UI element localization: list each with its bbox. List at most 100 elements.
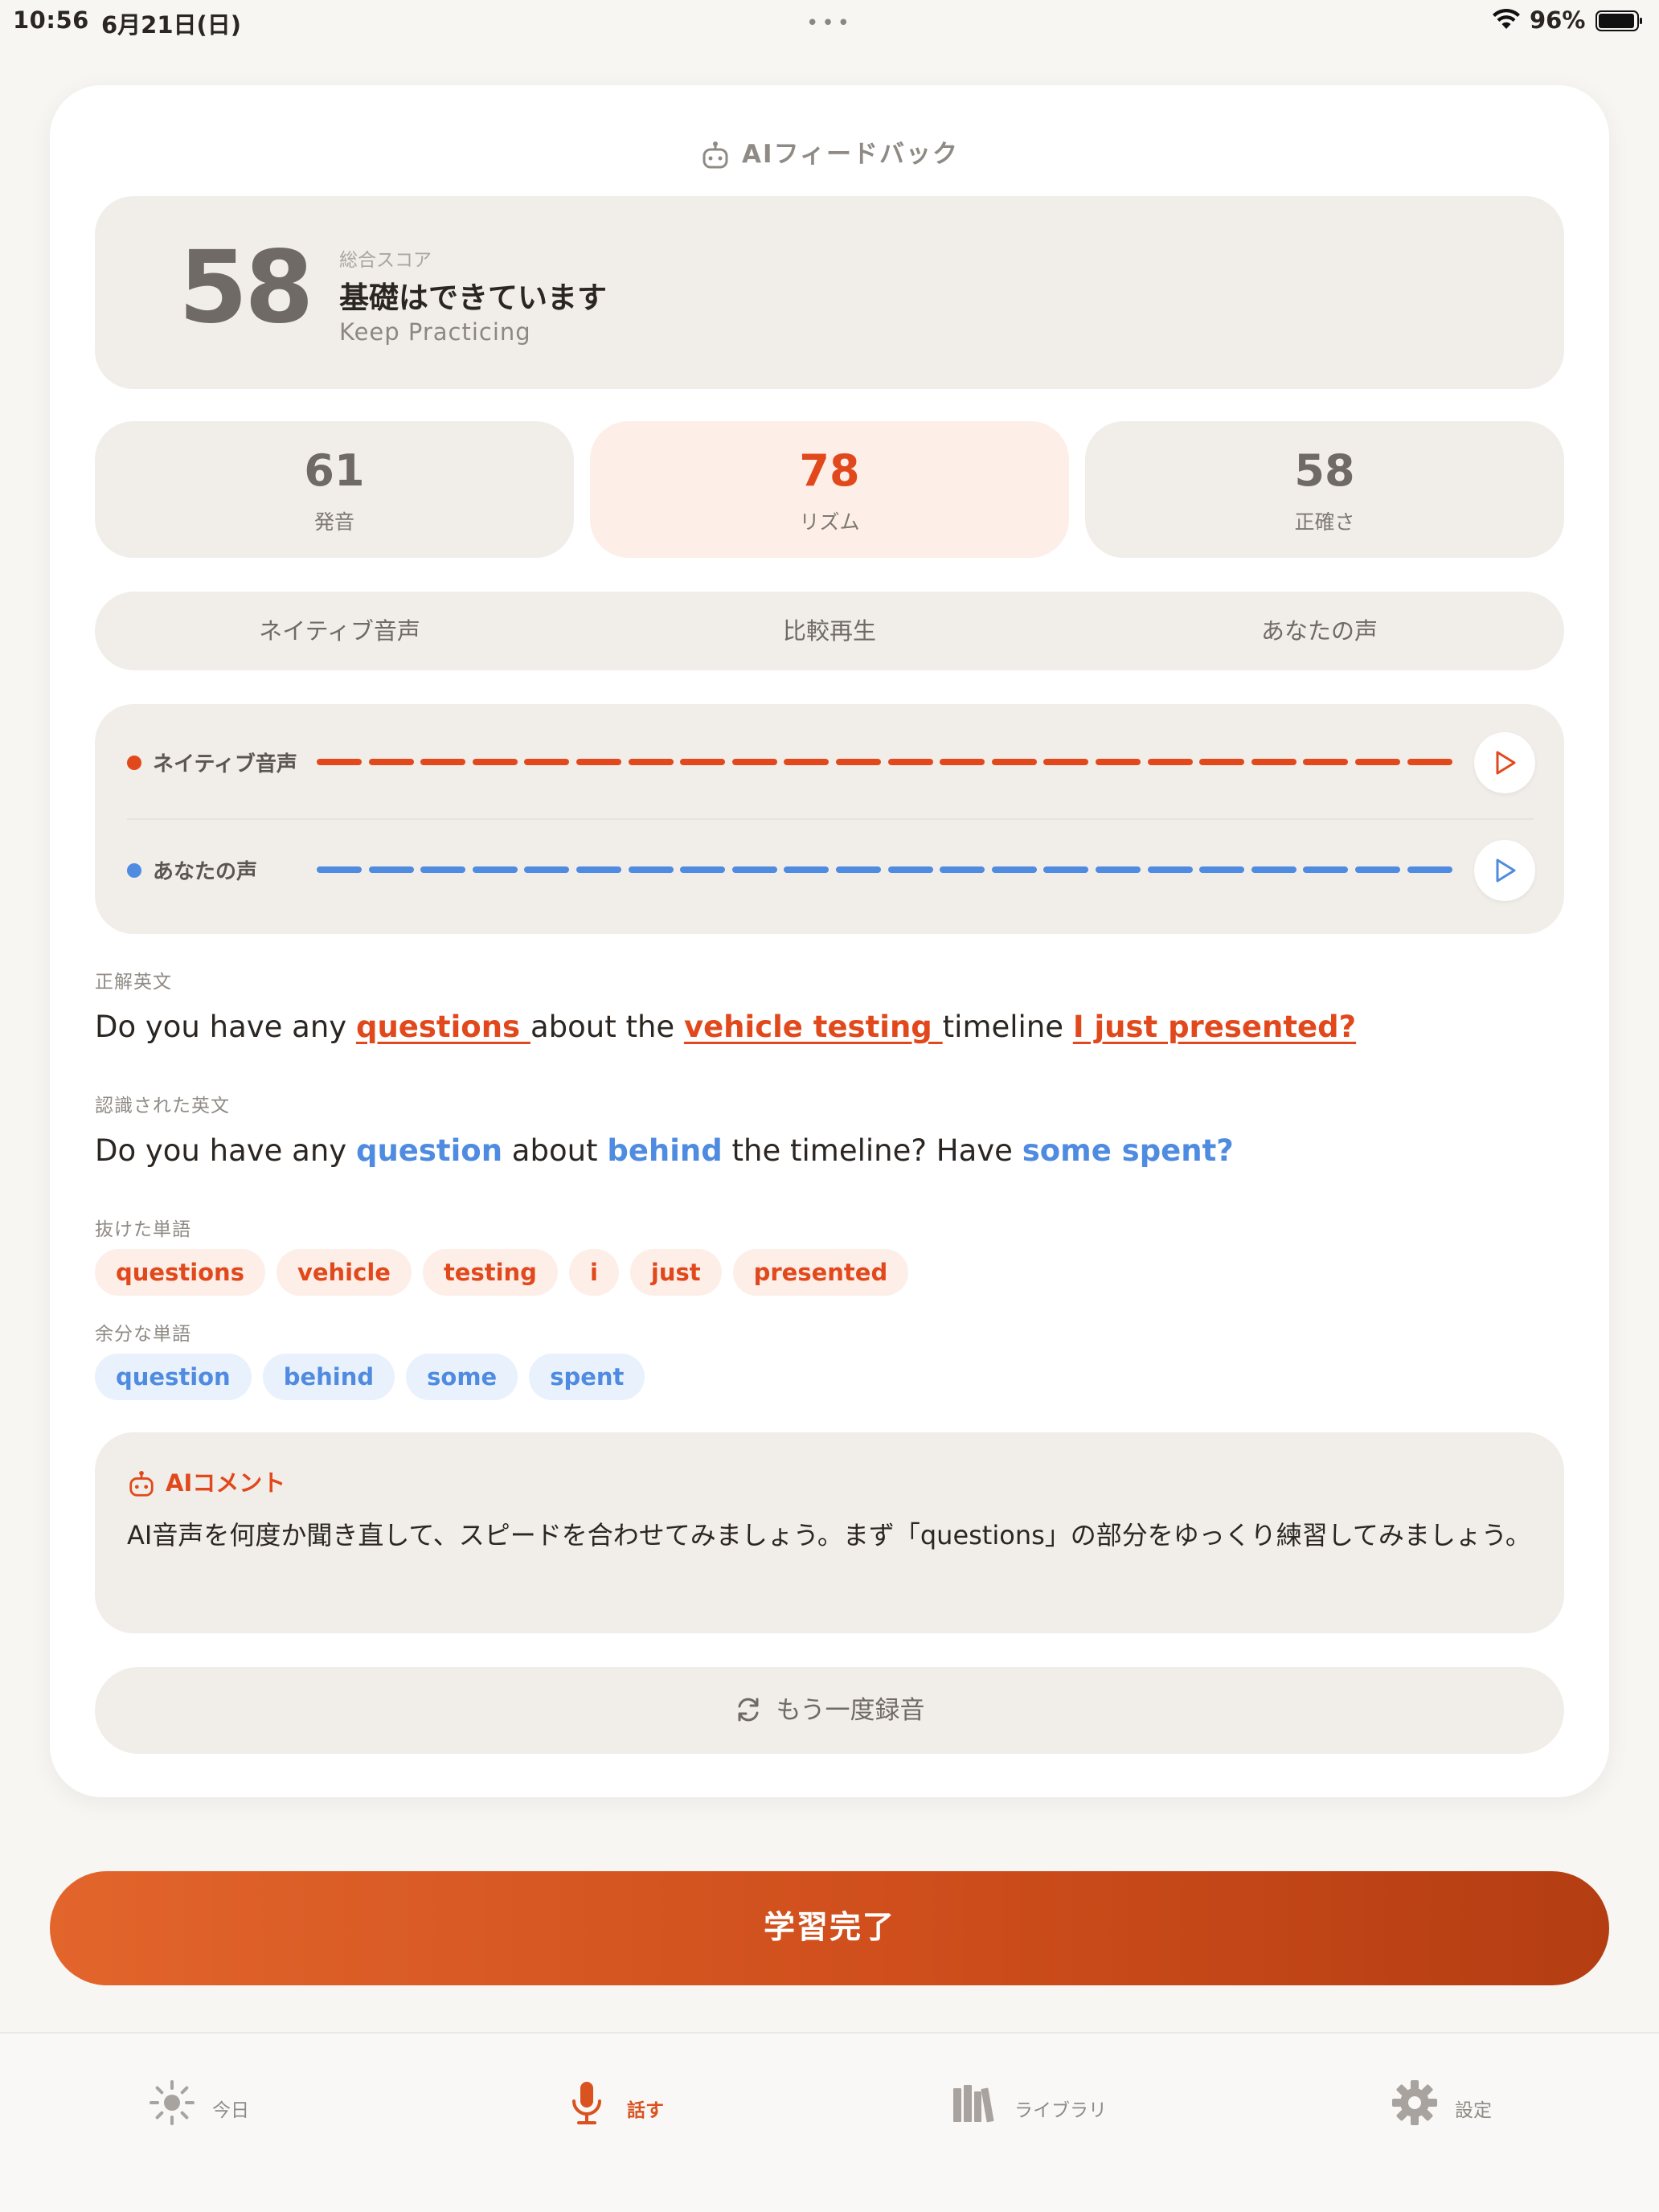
wave-segment <box>680 759 726 765</box>
missing-words-list: questions vehicle testing i just presented <box>95 1249 920 1296</box>
feedback-header: AIフィードバック <box>50 133 1609 171</box>
overall-score-title: 基礎はできています <box>339 281 607 315</box>
tab-today-label: 今日 <box>212 2100 249 2121</box>
native-wave-row: ネイティブ音声 <box>127 730 1535 794</box>
wave-segment <box>1147 759 1193 765</box>
wave-segment <box>472 866 518 873</box>
wave-segment <box>576 866 621 873</box>
wave-segment <box>1355 866 1400 873</box>
refresh-icon <box>738 1698 759 1721</box>
bottom-tab-bar: 今日 話す ライブラリ 設定 <box>0 2032 1659 2212</box>
sentence-text: Do you have any <box>95 1010 356 1044</box>
ai-comment-header: AIコメント <box>127 1464 285 1499</box>
wave-segment <box>628 866 674 873</box>
sentence-text: about the <box>530 1010 684 1044</box>
native-play-button[interactable] <box>1474 732 1535 793</box>
missing-word-chip: i <box>568 1249 619 1296</box>
missing-word-chip: just <box>629 1249 722 1296</box>
ai-comment-title: AIコメント <box>166 1469 286 1497</box>
wave-segment <box>836 866 881 873</box>
gear-icon <box>1392 2080 1437 2125</box>
feedback-title: AIフィードバック <box>742 140 959 169</box>
re-record-button[interactable]: もう一度録音 <box>95 1667 1564 1754</box>
correct-sentence-label: 正解英文 <box>95 972 172 993</box>
complete-study-button[interactable]: 学習完了 <box>50 1871 1609 1985</box>
overall-score-panel: 58 総合スコア 基礎はできています Keep Practicing <box>95 196 1564 389</box>
metric-label: リズム <box>799 510 860 534</box>
wave-segment <box>731 759 777 765</box>
multitask-dots[interactable]: ••• <box>806 11 853 35</box>
ai-comment-text: AI音声を何度か聞き直して、スピードを合わせてみましょう。まず「question… <box>127 1520 1531 1550</box>
missing-word-highlight: vehicle testing <box>683 1010 943 1044</box>
metric-value: 58 <box>1294 445 1355 496</box>
tab-compare-playback[interactable]: 比較再生 <box>584 592 1075 670</box>
ai-comment-panel: AIコメント AI音声を何度か聞き直して、スピードを合わせてみましょう。まず「q… <box>95 1432 1564 1633</box>
sentence-text: about <box>502 1133 608 1168</box>
recognized-sentence: Do you have any question about behind th… <box>95 1133 1234 1168</box>
battery-icon <box>1596 10 1642 31</box>
tab-your-voice[interactable]: あなたの声 <box>1075 592 1564 670</box>
missing-words-label: 抜けた単語 <box>95 1219 191 1240</box>
wave-segment <box>887 866 933 873</box>
sentence-text: Do you have any <box>95 1133 356 1168</box>
user-wave-label: あなたの声 <box>153 860 258 884</box>
wave-segment <box>991 866 1037 873</box>
wave-segment <box>1407 866 1452 873</box>
overall-score-subtitle: Keep Practicing <box>339 318 531 346</box>
user-wave-row: あなたの声 <box>127 838 1535 902</box>
extra-word-chip: some <box>406 1354 518 1400</box>
correct-sentence: Do you have any questions about the vehi… <box>95 1010 1356 1044</box>
robot-icon <box>703 141 728 168</box>
tab-native-audio[interactable]: ネイティブ音声 <box>95 592 584 670</box>
metric-value: 78 <box>799 445 860 496</box>
metric-label: 正確さ <box>1294 510 1355 534</box>
extra-word-highlight: question <box>355 1133 503 1168</box>
wave-segment <box>1199 866 1245 873</box>
status-date: 6月21日(日) <box>101 11 242 39</box>
wave-segment <box>1199 759 1245 765</box>
metric-value: 61 <box>304 445 365 496</box>
play-icon <box>1496 751 1516 775</box>
metric-pronunciation: 61 発音 <box>95 421 574 558</box>
user-color-dot <box>127 863 141 878</box>
wave-segment <box>731 866 777 873</box>
overall-score-value: 58 <box>178 230 314 346</box>
wave-segment <box>524 759 570 765</box>
missing-word-chip: questions <box>95 1249 265 1296</box>
wave-segment <box>576 759 621 765</box>
native-wave-label: ネイティブ音声 <box>153 752 297 776</box>
feedback-card: AIフィードバック 58 総合スコア 基礎はできています Keep Practi… <box>50 85 1609 1797</box>
wave-segment <box>1355 759 1400 765</box>
native-color-dot <box>127 756 141 770</box>
wave-segment <box>1096 866 1141 873</box>
extra-word-chip: behind <box>262 1354 395 1400</box>
waveform-panel: ネイティブ音声 あなたの声 <box>95 704 1564 934</box>
user-play-button[interactable] <box>1474 840 1535 901</box>
tab-library-label: ライブラリ <box>1014 2100 1107 2121</box>
extra-word-highlight: behind <box>607 1133 723 1168</box>
robot-icon <box>129 1470 154 1497</box>
wave-segment <box>1251 759 1296 765</box>
wave-segment <box>940 866 985 873</box>
extra-words-list: question behind some spent <box>95 1354 656 1400</box>
wave-segment <box>420 759 466 765</box>
tab-speak-label: 話す <box>627 2100 664 2121</box>
metric-label: 発音 <box>313 510 354 534</box>
missing-word-chip: vehicle <box>276 1249 412 1296</box>
wave-segment <box>524 866 570 873</box>
wave-segment <box>1303 759 1349 765</box>
wave-segment <box>472 759 518 765</box>
extra-word-highlight: some spent? <box>1022 1133 1234 1168</box>
missing-word-chip: testing <box>422 1249 558 1296</box>
wave-segment <box>628 759 674 765</box>
wave-segment <box>887 759 933 765</box>
missing-word-highlight: I just presented? <box>1072 1010 1357 1044</box>
sentence-text: timeline <box>942 1010 1073 1044</box>
tab-settings-label: 設定 <box>1455 2100 1492 2121</box>
missing-word-chip: presented <box>732 1249 909 1296</box>
wave-segment <box>991 759 1037 765</box>
wave-segment <box>1251 866 1296 873</box>
battery-percent: 96% <box>1530 6 1586 34</box>
play-icon <box>1496 858 1516 883</box>
wave-segment <box>368 866 414 873</box>
